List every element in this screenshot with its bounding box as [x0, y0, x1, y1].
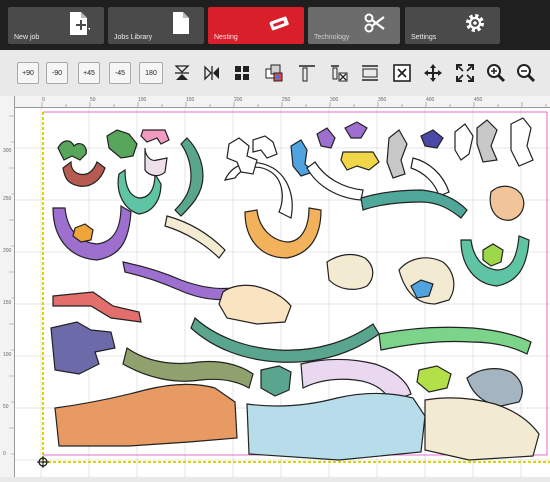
zoom-out-icon[interactable] — [514, 61, 538, 85]
grid-array-icon[interactable] — [230, 61, 254, 85]
nested-part — [54, 383, 238, 447]
nesting-canvas[interactable] — [15, 108, 550, 477]
new-document-icon — [68, 11, 91, 42]
technology-button[interactable]: Technology — [308, 7, 400, 44]
close-box-icon[interactable] — [390, 61, 414, 85]
nested-part — [386, 129, 408, 179]
nested-part — [190, 316, 380, 363]
zoom-in-icon[interactable] — [484, 61, 508, 85]
jobs-library-label: Jobs Library — [114, 34, 153, 41]
nested-part — [252, 135, 278, 159]
nested-part — [316, 127, 336, 149]
nested-part — [482, 243, 504, 267]
nesting-label: Nesting — [214, 34, 238, 41]
nested-part — [454, 123, 474, 161]
nested-part — [260, 365, 292, 397]
nested-part — [62, 160, 106, 187]
nested-part — [244, 207, 322, 259]
nested-part — [218, 284, 292, 325]
nested-part — [344, 121, 368, 139]
rotate-minus-45-button[interactable]: -45 — [109, 62, 131, 84]
nested-part — [223, 162, 293, 219]
nested-part — [174, 137, 204, 217]
nested-part — [510, 117, 534, 167]
technology-label: Technology — [314, 34, 350, 41]
nested-part — [306, 161, 364, 201]
nesting-tag-icon — [268, 15, 290, 36]
nesting-button[interactable]: Nesting — [208, 7, 304, 44]
vertical-ruler[interactable]: 0 50 100 150 200 250 300 — [0, 96, 15, 477]
mode-bar: New job Jobs Library Nesting Technology … — [0, 0, 550, 50]
document-icon — [172, 11, 190, 40]
nested-part — [476, 119, 498, 163]
new-job-label: New job — [14, 34, 40, 41]
nested-part — [57, 140, 87, 161]
align-top-icon[interactable] — [295, 61, 319, 85]
nested-part — [246, 392, 426, 461]
scissors-icon — [364, 12, 386, 39]
nested-part — [420, 129, 444, 149]
rotate-minus-90-button[interactable]: -90 — [46, 62, 68, 84]
parts-stack-icon[interactable] — [262, 61, 286, 85]
rotate-plus-45-button[interactable]: +45 — [78, 62, 100, 84]
nested-part — [398, 257, 455, 305]
gear-icon — [464, 12, 486, 39]
ruler-ticks — [41, 102, 547, 107]
nested-part — [117, 168, 162, 215]
nested-part — [122, 347, 254, 389]
remove-part-icon[interactable] — [327, 61, 351, 85]
nested-part — [164, 215, 226, 259]
rotate-plus-90-button[interactable]: +90 — [17, 62, 39, 84]
nested-part — [416, 365, 452, 393]
nested-part — [424, 397, 540, 461]
rotate-180-button[interactable]: 180 — [139, 62, 163, 84]
sheet-origin-marker — [37, 456, 49, 468]
nested-part — [52, 291, 142, 323]
nested-part — [144, 147, 168, 177]
nested-part — [326, 253, 374, 290]
fit-to-screen-icon[interactable] — [453, 61, 477, 85]
nesting-sheet[interactable] — [15, 108, 550, 477]
horizontal-ruler[interactable]: 0 50 100 150 200 250 300 350 400 450 — [14, 96, 550, 108]
jobs-library-button[interactable]: Jobs Library — [108, 7, 204, 44]
settings-button[interactable]: Settings — [405, 7, 500, 44]
new-job-button[interactable]: New job — [8, 7, 104, 44]
nested-part — [489, 185, 525, 221]
move-icon[interactable] — [421, 61, 445, 85]
nested-part — [50, 321, 116, 375]
ruler-ticks — [9, 115, 14, 455]
flip-horizontal-icon[interactable] — [200, 61, 224, 85]
settings-label: Settings — [411, 34, 437, 41]
nested-part — [122, 261, 238, 301]
nested-part — [378, 326, 532, 355]
nested-part — [106, 129, 138, 159]
align-rows-icon[interactable] — [358, 61, 382, 85]
nested-part — [340, 151, 380, 171]
flip-vertical-icon[interactable] — [170, 61, 194, 85]
nested-part — [140, 129, 170, 145]
